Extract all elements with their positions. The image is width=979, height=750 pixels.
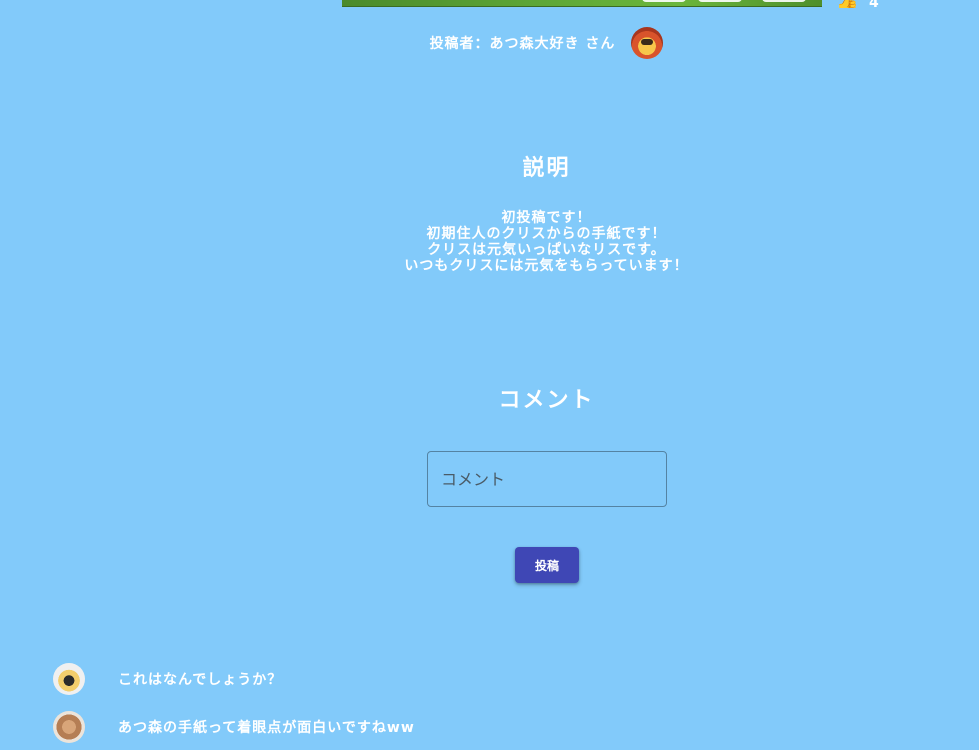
poster-avatar[interactable] — [631, 27, 664, 59]
comment-item: あつ森の手紙って着眼点が面白いですねww — [53, 711, 415, 743]
image-fragment — [762, 0, 806, 2]
commenter-avatar[interactable] — [53, 711, 85, 743]
image-fragment — [642, 0, 686, 2]
poster-label: 投稿者：あつ森大好き さん — [429, 36, 616, 52]
post-image — [342, 0, 822, 7]
comment-input[interactable] — [427, 451, 667, 507]
description-line: いつもクリスには元気をもらっています！ — [404, 258, 689, 274]
description-line: クリスは元気いっぱいなリスです。 — [427, 242, 666, 258]
description-body: 初投稿です！ 初期住人のクリスからの手紙です！ クリスは元気いっぱいなリスです。… — [0, 210, 979, 274]
like-count: 4 — [869, 0, 879, 8]
commenter-avatar[interactable] — [53, 663, 85, 695]
description-line: 初投稿です！ — [501, 210, 592, 226]
comment-text: これはなんでしょうか？ — [118, 672, 283, 688]
comment-text: あつ森の手紙って着眼点が面白いですねww — [118, 720, 415, 736]
submit-comment-button[interactable]: 投稿 — [515, 547, 579, 583]
image-fragment — [698, 0, 742, 2]
comment-section-title: コメント — [498, 388, 595, 413]
poster-info: 投稿者：あつ森大好き さん — [0, 26, 979, 60]
description-line: 初期住人のクリスからの手紙です！ — [426, 226, 667, 242]
comment-item: これはなんでしょうか？ — [53, 663, 282, 695]
description-title: 説明 — [522, 156, 571, 181]
thumbs-up-icon[interactable]: 👍 — [836, 0, 856, 8]
